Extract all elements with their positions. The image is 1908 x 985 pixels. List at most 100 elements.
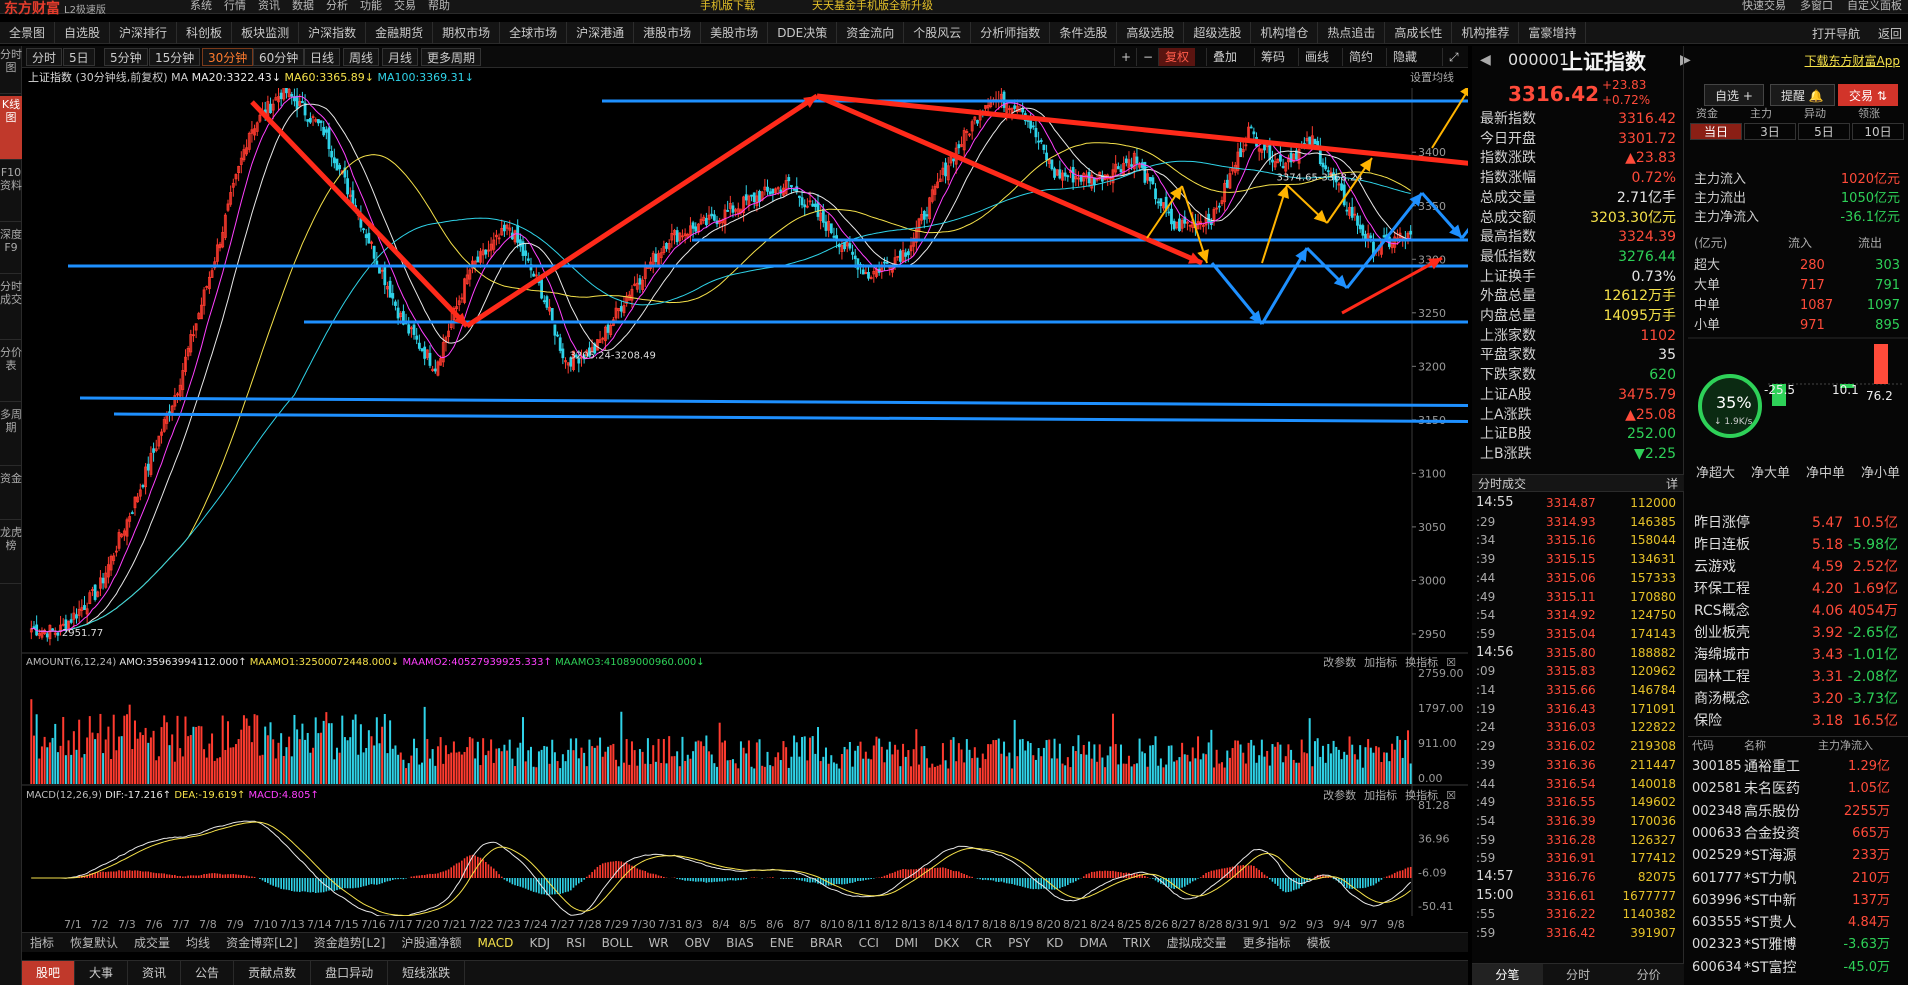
- fundflow-period-tab[interactable]: 5日: [1798, 123, 1850, 140]
- nav-item[interactable]: 条件选股: [1050, 21, 1118, 44]
- indicator-tab[interactable]: 虚拟成交量: [1159, 933, 1235, 953]
- panel-action-button[interactable]: 换指标: [1405, 787, 1438, 805]
- fundflow-period-tab[interactable]: 3日: [1744, 123, 1796, 140]
- nav-item[interactable]: 金融期货: [366, 21, 434, 44]
- indicator-tab[interactable]: 沪股通净额: [393, 933, 469, 953]
- menu-item[interactable]: 功能: [360, 0, 382, 12]
- nav-item[interactable]: 自选股: [55, 21, 111, 44]
- stock-row[interactable]: 300185 通裕重工 1.29亿: [1688, 756, 1908, 778]
- ticks-tab[interactable]: 分笔: [1472, 964, 1543, 985]
- ticks-tab[interactable]: 分时: [1543, 964, 1614, 985]
- menu-item[interactable]: 系统: [190, 0, 212, 12]
- bottom-tab[interactable]: 股吧: [22, 960, 76, 985]
- nav-item[interactable]: 沪深港通: [567, 21, 635, 44]
- sidebar-tab[interactable]: K线图: [0, 96, 22, 160]
- period-button[interactable]: 月线: [382, 48, 419, 66]
- menu-item[interactable]: 分析: [326, 0, 348, 12]
- panel-action-button[interactable]: 加指标: [1364, 787, 1397, 805]
- chart-tool-button[interactable]: 简约: [1342, 48, 1379, 66]
- period-button[interactable]: 日线: [304, 48, 341, 66]
- fundflow-top-tab[interactable]: 资金: [1696, 106, 1718, 122]
- indicator-tab[interactable]: KD: [1038, 933, 1071, 953]
- ticks-more-button[interactable]: 详: [1666, 475, 1678, 493]
- indicator-tab[interactable]: TRIX: [1115, 933, 1158, 953]
- nav-item[interactable]: 热点追击: [1318, 21, 1386, 44]
- chart-tool-button[interactable]: 复权: [1158, 48, 1196, 66]
- menu-item[interactable]: 行情: [224, 0, 246, 12]
- nav-item[interactable]: 高成长性: [1385, 21, 1453, 44]
- panel-action-button[interactable]: 改参数: [1323, 787, 1356, 805]
- bottom-tab[interactable]: 大事: [75, 960, 129, 985]
- sector-row[interactable]: 保险 3.18 16.5亿: [1688, 710, 1908, 732]
- nav-item[interactable]: 板块监测: [232, 21, 300, 44]
- menu-item[interactable]: 帮助: [428, 0, 450, 12]
- indicator-tab[interactable]: DMI: [887, 933, 926, 953]
- indicator-tab[interactable]: BIAS: [718, 933, 762, 953]
- stock-row[interactable]: 603996 *ST中新 137万: [1688, 890, 1908, 912]
- indicator-tab[interactable]: 成交量: [126, 933, 178, 953]
- mobile-download-link[interactable]: 手机版下载: [700, 0, 755, 12]
- ticks-tab[interactable]: 分价: [1613, 964, 1684, 985]
- nav-item[interactable]: 富豪增持: [1519, 21, 1587, 44]
- chart-tool-button[interactable]: −: [1136, 48, 1159, 66]
- sector-row[interactable]: 园林工程 3.31 -2.08亿: [1688, 666, 1908, 688]
- sidebar-tab[interactable]: 龙虎榜: [0, 524, 22, 584]
- top-tool[interactable]: 多窗口: [1800, 0, 1833, 12]
- indicator-tab[interactable]: OBV: [677, 933, 719, 953]
- period-button[interactable]: 更多周期: [421, 48, 482, 66]
- panel-action-button[interactable]: 加指标: [1364, 654, 1397, 672]
- sector-row[interactable]: 昨日连板 5.18 -5.98亿: [1688, 534, 1908, 556]
- period-button[interactable]: 分时: [26, 48, 63, 66]
- nav-item[interactable]: 分析师指数: [971, 21, 1051, 44]
- stock-row[interactable]: 002529 *ST海源 233万: [1688, 845, 1908, 867]
- indicator-tab[interactable]: RSI: [558, 933, 594, 953]
- indicator-tab[interactable]: 资金博弈[L2]: [218, 933, 306, 953]
- period-button[interactable]: 30分钟: [202, 48, 254, 66]
- indicator-tab[interactable]: KDJ: [521, 933, 558, 953]
- indicator-tab[interactable]: MACD: [469, 933, 521, 953]
- stock-row[interactable]: 002581 未名医药 1.05亿: [1688, 778, 1908, 800]
- bottom-tab[interactable]: 短线涨跌: [388, 960, 466, 985]
- stock-row[interactable]: 002323 *ST雅博 -3.63万: [1688, 934, 1908, 956]
- nav-item[interactable]: 美股市场: [701, 21, 769, 44]
- period-button[interactable]: 5分钟: [104, 48, 148, 66]
- sector-row[interactable]: 海绵城市 3.43 -1.01亿: [1688, 644, 1908, 666]
- fundflow-period-tab[interactable]: 当日: [1690, 123, 1742, 140]
- menu-item[interactable]: 资讯: [258, 0, 280, 12]
- sector-row[interactable]: 商汤概念 3.20 -3.73亿: [1688, 688, 1908, 710]
- fundflow-top-tab[interactable]: 异动: [1804, 106, 1826, 122]
- period-button[interactable]: 60分钟: [253, 48, 305, 66]
- close-icon[interactable]: ☒: [1446, 654, 1456, 672]
- fullscreen-icon[interactable]: ⤢: [1442, 48, 1465, 66]
- indicator-tab[interactable]: 资金趋势[L2]: [306, 933, 394, 953]
- nav-item[interactable]: 科创板: [177, 21, 233, 44]
- sidebar-tab[interactable]: 分时成交: [0, 278, 22, 340]
- set-ma-button[interactable]: 设置均线: [1410, 68, 1454, 88]
- sidebar-tab[interactable]: 多周期: [0, 406, 22, 466]
- top-tool[interactable]: 自定义面板: [1847, 0, 1902, 12]
- sector-row[interactable]: 环保工程 4.20 1.69亿: [1688, 578, 1908, 600]
- nav-item[interactable]: 资金流向: [837, 21, 905, 44]
- sidebar-tab[interactable]: 分价表: [0, 344, 22, 402]
- chart-tool-button[interactable]: +: [1114, 48, 1137, 66]
- chart-tool-button[interactable]: 叠加: [1206, 48, 1243, 66]
- indicator-tab[interactable]: 均线: [178, 933, 218, 953]
- sidebar-tab[interactable]: 资金: [0, 470, 22, 520]
- indicator-tab[interactable]: CCI: [851, 933, 887, 953]
- nav-item[interactable]: 机构增仓: [1251, 21, 1319, 44]
- indicator-tab[interactable]: DMA: [1071, 933, 1115, 953]
- indicator-tab[interactable]: 更多指标: [1235, 933, 1299, 953]
- nav-item[interactable]: 高级选股: [1117, 21, 1185, 44]
- bottom-tab[interactable]: 资讯: [128, 960, 182, 985]
- sidebar-tab[interactable]: 分时图: [0, 46, 22, 94]
- period-button[interactable]: 周线: [343, 48, 380, 66]
- indicator-tab[interactable]: ENE: [762, 933, 802, 953]
- bottom-tab[interactable]: 公告: [181, 960, 235, 985]
- nav-item[interactable]: 超级选股: [1184, 21, 1252, 44]
- panel-action-button[interactable]: 换指标: [1405, 654, 1438, 672]
- sector-row[interactable]: 创业板壳 3.92 -2.65亿: [1688, 622, 1908, 644]
- fundflow-top-tab[interactable]: 主力: [1750, 106, 1772, 122]
- bottom-tab[interactable]: 贡献点数: [234, 960, 312, 985]
- sidebar-tab[interactable]: F10资料: [0, 164, 22, 222]
- nav-item[interactable]: 全球市场: [500, 21, 568, 44]
